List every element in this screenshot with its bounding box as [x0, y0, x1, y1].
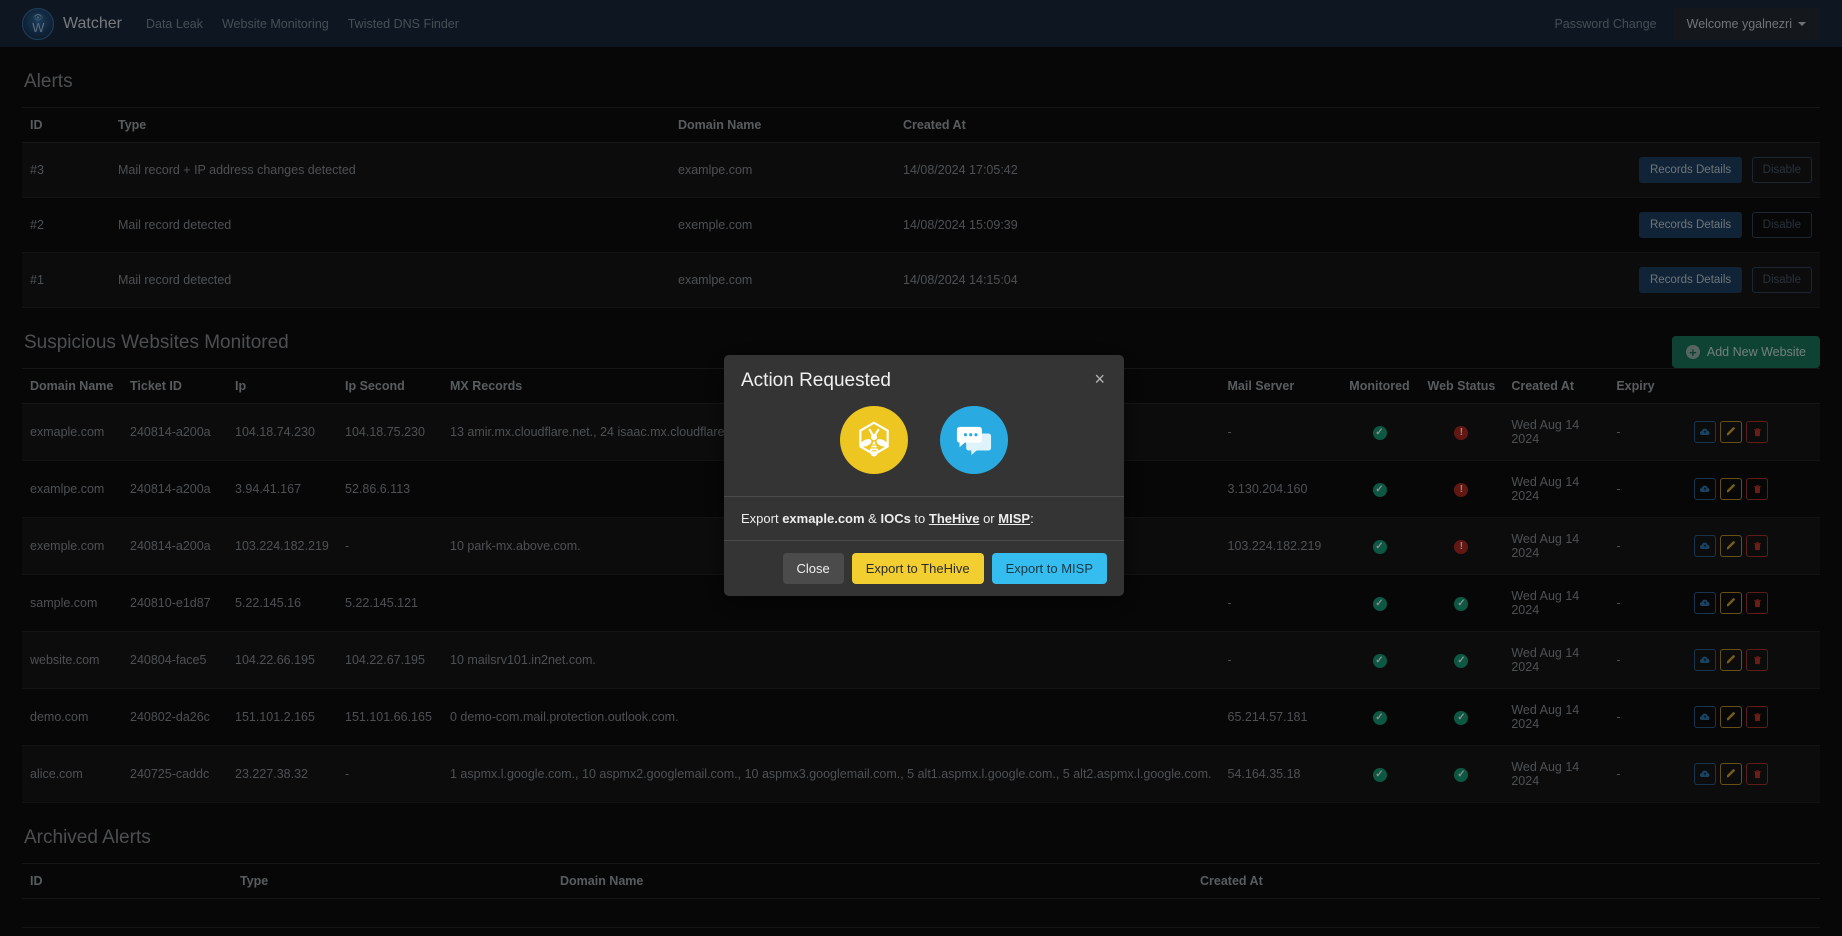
modal-note: Export exmaple.com & IOCs to TheHive or …: [724, 496, 1124, 540]
note-prefix: Export: [741, 511, 783, 526]
note-suffix: :: [1030, 511, 1034, 526]
note-mid: &: [864, 511, 881, 526]
close-icon[interactable]: ×: [1092, 370, 1107, 388]
modal-header: Action Requested ×: [724, 355, 1124, 398]
action-requested-modal: Action Requested × Export exmaple.com & …: [724, 355, 1124, 596]
note-domain: exmaple.com: [782, 511, 865, 526]
close-button[interactable]: Close: [782, 553, 844, 584]
thehive-bee-icon[interactable]: [840, 406, 908, 474]
modal-title: Action Requested: [741, 370, 891, 391]
export-to-thehive-button[interactable]: Export to TheHive: [851, 553, 984, 584]
modal-body: [724, 398, 1124, 496]
note-to: to: [910, 511, 929, 526]
note-thehive-link[interactable]: TheHive: [929, 511, 980, 526]
note-misp-link[interactable]: MISP: [998, 511, 1030, 526]
note-iocs: IOCs: [880, 511, 911, 526]
note-or: or: [979, 511, 999, 526]
modal-footer: Close Export to TheHive Export to MISP: [724, 540, 1124, 596]
misp-speech-bubbles-icon[interactable]: [940, 406, 1008, 474]
export-to-misp-button[interactable]: Export to MISP: [991, 553, 1107, 584]
